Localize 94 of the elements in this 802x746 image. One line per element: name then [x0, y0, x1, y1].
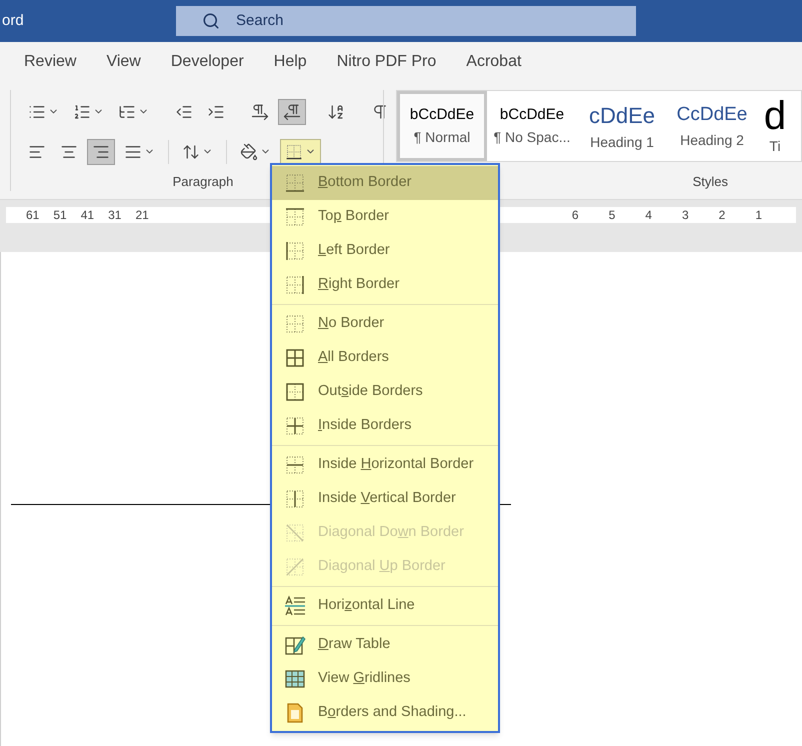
style-item[interactable]: d Ti: [757, 91, 793, 161]
menu-item[interactable]: No Border: [272, 307, 498, 341]
menu-item[interactable]: Right Border: [272, 268, 498, 302]
grid-icon: [284, 668, 306, 690]
line-spacing-icon: [182, 142, 200, 161]
border-icon: [284, 274, 306, 296]
style-preview: CcDdEe: [676, 103, 748, 128]
ribbon-tab[interactable]: View: [106, 50, 141, 74]
menu-item-label: No Border: [318, 314, 384, 334]
search-field[interactable]: Search: [176, 6, 636, 36]
style-item[interactable]: CcDdEe Heading 2: [667, 91, 757, 161]
border-icon: [284, 415, 306, 437]
group-label: Styles: [692, 172, 728, 191]
border-icon: [284, 454, 306, 476]
border-icon: [284, 172, 306, 194]
menu-item-label: Top Border: [318, 207, 389, 226]
ribbon-tab[interactable]: Nitro PDF Pro: [336, 50, 436, 74]
style-item[interactable]: bCcDdEe ¶ No Spac...: [487, 91, 577, 161]
menu-item[interactable]: Bottom Border: [272, 166, 498, 200]
toolbar-button[interactable]: [87, 138, 115, 165]
ruler-number: 31: [108, 207, 122, 224]
window-title: ord: [1, 10, 25, 31]
style-item[interactable]: cDdEe Heading 1: [577, 91, 667, 161]
style-name: Heading 2: [680, 130, 744, 150]
menu-item[interactable]: Outside Borders: [272, 375, 498, 409]
style-name: ¶ Normal: [414, 128, 470, 147]
style-preview: d: [764, 96, 786, 136]
paint-bucket-icon: [240, 142, 258, 161]
menu-item[interactable]: Borders and Shading...: [272, 696, 498, 730]
style-preview: cDdEe: [588, 102, 656, 130]
style-preview: bCcDdEe: [500, 105, 564, 126]
ruler-number: 21: [135, 207, 149, 224]
ruler-number: 4: [645, 207, 652, 224]
menu-item[interactable]: Inside Borders: [272, 409, 498, 443]
menu-item[interactable]: Left Border: [272, 234, 498, 268]
menu-item-label: Inside Borders: [318, 416, 412, 436]
ribbon-tab[interactable]: Review: [24, 50, 76, 74]
ruler-number: 2: [718, 207, 726, 224]
border-icon: [284, 556, 306, 578]
ribbon-tab[interactable]: Developer: [170, 50, 244, 74]
menu-item-label: Draw Table: [318, 635, 390, 654]
border-icon: [284, 488, 306, 510]
border-icon: [284, 381, 306, 403]
style-name: ¶ No Spac...: [494, 128, 570, 147]
border-icon: [284, 522, 306, 544]
menu-item[interactable]: Inside Horizontal Border: [272, 448, 498, 482]
menu-item[interactable]: Inside Vertical Border: [272, 482, 498, 516]
menu-item-label: Diagonal Down Border: [318, 523, 464, 542]
pilcrow-icon: [371, 102, 389, 121]
menu-item-label: Left Border: [318, 241, 390, 260]
numbered-list-icon: [73, 102, 91, 121]
group-label: Paragraph: [172, 172, 234, 191]
border-icon: [284, 240, 306, 262]
ribbon-tab[interactable]: Acrobat: [466, 50, 522, 74]
sort-icon: [327, 102, 345, 121]
menu-item[interactable]: All Borders: [272, 341, 498, 375]
style-preview: bCcDdEe: [410, 105, 474, 126]
ruler-number: 1: [755, 207, 762, 224]
menu-item-label: Outside Borders: [318, 382, 423, 402]
menu-item-label: Inside Vertical Border: [318, 489, 456, 508]
border-icon: [284, 313, 306, 335]
right-to-left-icon: [283, 102, 301, 121]
menu-item-label: Borders and Shading...: [318, 703, 466, 722]
menu-item[interactable]: Draw Table: [272, 628, 498, 662]
menu-item-label: All Borders: [318, 348, 389, 368]
style-name: Ti: [769, 136, 781, 156]
menu-item[interactable]: Horizontal Line: [272, 589, 498, 623]
search-placeholder: Search: [236, 10, 284, 31]
toolbar-button[interactable]: [280, 138, 321, 165]
border-icon: [284, 206, 306, 228]
menu-item-label: View Gridlines: [318, 669, 410, 688]
menu-item[interactable]: Top Border: [272, 200, 498, 234]
search-icon: [202, 12, 220, 30]
style-item[interactable]: bCcDdEe ¶ Normal: [397, 91, 487, 161]
ruler-number: 3: [682, 207, 689, 224]
ruler-number: 41: [80, 207, 94, 224]
border-icon: [284, 347, 306, 369]
menu-item-label: Inside Horizontal Border: [318, 455, 474, 474]
menu-item-label: Horizontal Line: [318, 596, 415, 616]
style-name: Heading 1: [590, 133, 654, 152]
menu-item-label: Right Border: [318, 275, 400, 294]
menu-item[interactable]: View Gridlines: [272, 662, 498, 696]
toolbar-button[interactable]: [278, 98, 306, 125]
table-pencil-icon: [284, 634, 306, 656]
left-to-right-icon: [251, 102, 269, 121]
ruler-number: 5: [608, 207, 616, 224]
ribbon-tab[interactable]: Help: [274, 50, 307, 74]
menu-item-label: Diagonal Up Border: [318, 557, 446, 576]
ruler-number: 6: [572, 207, 579, 224]
horizontal-line-icon: [284, 595, 306, 617]
menu-item-label: Bottom Border: [318, 173, 412, 192]
bottom-border-icon: [285, 142, 303, 161]
ruler-number: 61: [26, 207, 40, 224]
ruler-number: 51: [53, 207, 67, 224]
